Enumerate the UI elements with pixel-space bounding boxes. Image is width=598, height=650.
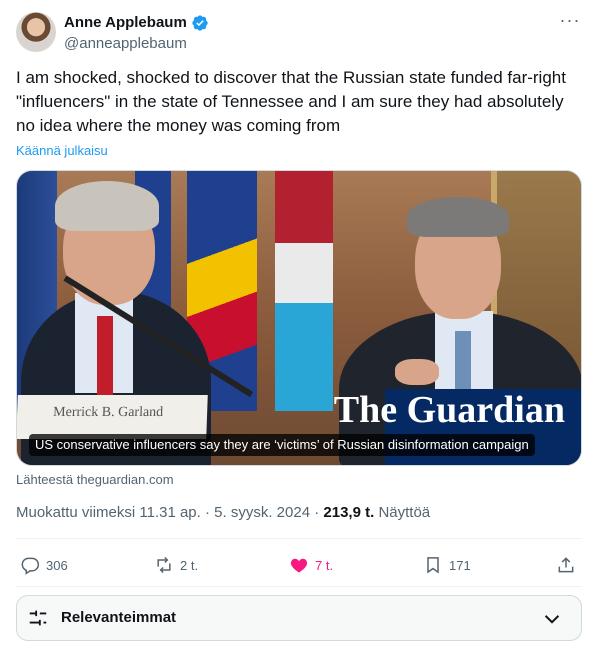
author-names: Anne Applebaum @anneapplebaum: [64, 13, 209, 54]
flag-graphic: [275, 171, 333, 411]
reply-icon: [21, 557, 40, 575]
edited-time[interactable]: Muokattu viimeksi 11.31 ap.: [16, 504, 201, 521]
verified-badge-icon: [192, 15, 208, 31]
guardian-logo-text: The Guardian: [333, 389, 565, 431]
meta-separator: ·: [204, 504, 215, 521]
tweet-header: Anne Applebaum @anneapplebaum ···: [16, 11, 582, 56]
replies-sort-label: Relevanteimmat: [61, 609, 177, 626]
divider: [16, 538, 582, 539]
heart-icon: [290, 558, 308, 573]
card-image: Merrick B. Garland The Guardian: [17, 171, 581, 465]
share-icon: [558, 557, 574, 573]
name-row: Anne Applebaum: [64, 13, 209, 33]
author-display-name[interactable]: Anne Applebaum: [64, 13, 187, 33]
bookmark-icon: [427, 557, 439, 574]
tweet-text: I am shocked, shocked to discover that t…: [16, 68, 566, 135]
author-handle[interactable]: @anneapplebaum: [64, 34, 209, 54]
link-card[interactable]: Merrick B. Garland The Guardian US conse…: [16, 170, 582, 466]
repost-count: 2 t.: [180, 557, 199, 573]
person-left-tie: [97, 316, 113, 396]
person-right-hair: [407, 197, 509, 237]
avatar[interactable]: [16, 12, 56, 52]
meta-separator: ·: [314, 504, 324, 521]
card-source[interactable]: Lähteestä theguardian.com: [16, 472, 174, 487]
repost-button[interactable]: 2 t.: [154, 549, 198, 581]
person-right-hand: [395, 359, 439, 385]
card-headline: US conservative influencers say they are…: [29, 434, 535, 456]
reply-count: 306: [46, 557, 68, 573]
tweet-meta: Muokattu viimeksi 11.31 ap. · 5. syysk. …: [16, 503, 430, 523]
bookmark-count: 171: [449, 557, 471, 573]
nameplate: Merrick B. Garland: [17, 395, 208, 439]
filter-icon: [29, 610, 47, 626]
like-button[interactable]: 7 t.: [289, 549, 333, 581]
repost-icon: [157, 556, 171, 574]
share-button[interactable]: [556, 549, 576, 581]
translate-post-link[interactable]: Käännä julkaisu: [16, 143, 108, 158]
more-options-icon[interactable]: ···: [558, 11, 582, 34]
views-label: Näyttöä: [378, 504, 431, 521]
person-left-hair: [55, 181, 159, 231]
replies-sort-dropdown[interactable]: Relevanteimmat: [16, 595, 582, 641]
reply-button[interactable]: 306: [20, 549, 68, 581]
like-count: 7 t.: [315, 557, 334, 573]
views-count: 213,9 t.: [323, 504, 375, 521]
action-bar: 306 2 t. 7 t. 171: [16, 549, 582, 581]
divider: [16, 586, 582, 587]
bookmark-button[interactable]: 171: [423, 549, 471, 581]
post-date[interactable]: 5. syysk. 2024: [214, 504, 310, 521]
chevron-down-icon: [544, 615, 560, 624]
